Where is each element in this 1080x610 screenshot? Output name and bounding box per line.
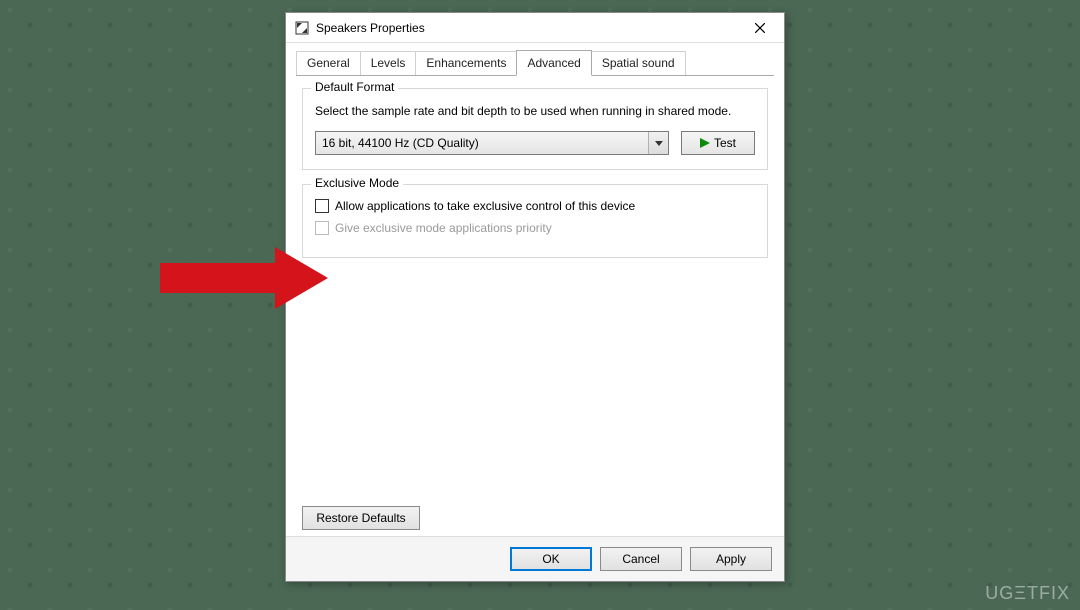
close-button[interactable] [740,14,780,42]
window-title: Speakers Properties [316,21,740,35]
default-format-description: Select the sample rate and bit depth to … [315,103,755,119]
allow-exclusive-label: Allow applications to take exclusive con… [335,199,635,213]
close-icon [755,23,765,33]
dialog-footer: OK Cancel Apply [286,536,784,581]
default-format-group: Default Format Select the sample rate an… [302,88,768,170]
tab-advanced[interactable]: Advanced [516,50,591,76]
default-format-legend: Default Format [311,80,398,94]
format-dropdown-value: 16 bit, 44100 Hz (CD Quality) [322,136,479,150]
priority-checkbox-row: Give exclusive mode applications priorit… [315,221,755,235]
tab-enhancements[interactable]: Enhancements [415,51,517,75]
tab-general[interactable]: General [296,51,361,75]
spacer [302,272,768,500]
tab-spatial-sound[interactable]: Spatial sound [591,51,686,75]
cancel-button[interactable]: Cancel [600,547,682,571]
ok-button[interactable]: OK [510,547,592,571]
allow-exclusive-checkbox-row[interactable]: Allow applications to take exclusive con… [315,199,755,213]
tab-levels[interactable]: Levels [360,51,417,75]
tabstrip: General Levels Enhancements Advanced Spa… [286,43,784,75]
test-button-label: Test [714,136,736,150]
tab-panel-advanced: Default Format Select the sample rate an… [296,75,774,536]
exclusive-mode-legend: Exclusive Mode [311,176,403,190]
titlebar: Speakers Properties [286,13,784,43]
play-icon [700,138,710,148]
exclusive-mode-group: Exclusive Mode Allow applications to tak… [302,184,768,258]
speaker-icon [294,20,310,36]
test-button[interactable]: Test [681,131,755,155]
format-dropdown[interactable]: 16 bit, 44100 Hz (CD Quality) [315,131,669,155]
chevron-down-icon [648,132,668,154]
priority-checkbox [315,221,329,235]
priority-label: Give exclusive mode applications priorit… [335,221,552,235]
apply-button[interactable]: Apply [690,547,772,571]
speakers-properties-dialog: Speakers Properties General Levels Enhan… [285,12,785,582]
watermark: UGΞTFIX [985,583,1070,604]
allow-exclusive-checkbox[interactable] [315,199,329,213]
restore-defaults-button[interactable]: Restore Defaults [302,506,420,530]
format-row: 16 bit, 44100 Hz (CD Quality) Test [315,131,755,155]
